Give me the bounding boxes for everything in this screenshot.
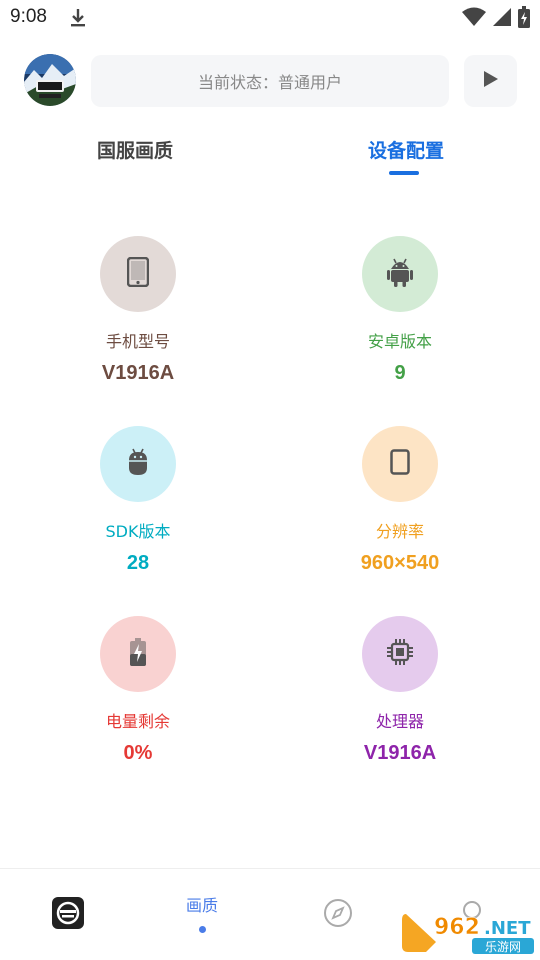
resolution-label: 分辨率 [375,522,424,541]
phone-model-label: 手机型号 [105,332,170,351]
resolution-card: 分辨率 960×540 [300,426,500,575]
battery-icon-circle [100,616,176,692]
android-icon [387,257,413,291]
android-version-value: 9 [394,362,406,384]
processor-value: V1916A [363,742,437,764]
app-logo-icon [51,896,85,934]
chip-icon-circle [362,616,438,692]
cell-signal-icon [492,7,512,31]
svg-text:962: 962 [434,915,480,940]
battery-status-icon [518,6,530,32]
processor-label: 处理器 [375,712,424,731]
phone-model-card: 手机型号 V1916A [38,236,238,385]
play-button[interactable] [464,55,517,107]
svg-text:.NET: .NET [484,918,531,939]
sdk-icon [127,448,149,480]
avatar[interactable] [24,54,76,106]
sdk-version-value: 28 [126,552,150,574]
battery-value: 0% [123,742,153,764]
wifi-icon [462,7,486,31]
battery-icon [130,638,146,670]
chip-icon [387,639,413,669]
status-time: 9:08 [10,6,47,27]
download-icon [70,8,86,32]
nav-quality-label: 画质 [185,895,218,915]
screen-icon-circle [362,426,438,502]
compass-icon [323,898,353,932]
phone-icon-circle [100,236,176,312]
phone-model-value: V1916A [101,362,175,384]
nav-active-dot [198,925,206,933]
battery-label: 电量剩余 [105,712,170,731]
sdk-version-card: SDK版本 28 [38,426,238,575]
battery-card: 电量剩余 0% [38,616,238,765]
nav-discover[interactable] [322,869,354,960]
android-version-card: 安卓版本 9 [300,236,500,385]
sdk-version-label: SDK版本 [105,522,171,541]
resolution-value: 960×540 [360,552,440,574]
processor-card: 处理器 V1916A [300,616,500,765]
android-icon-circle [362,236,438,312]
sdk-icon-circle [100,426,176,502]
user-status-field: 当前状态：普通用户 [91,55,449,107]
nav-home[interactable] [50,869,86,960]
tab-guofu-quality[interactable]: 国服画质 [97,136,173,163]
nav-quality[interactable]: 画质 [172,869,232,960]
site-watermark: 962 .NET 乐游网 [400,908,536,956]
play-icon [483,70,499,92]
phone-icon [126,256,150,291]
android-version-label: 安卓版本 [367,332,432,351]
active-tab-indicator [389,171,419,175]
svg-text:乐游网: 乐游网 [485,940,521,954]
tab-device-config[interactable]: 设备配置 [368,136,444,163]
screen-icon [390,449,410,479]
user-status-text: 当前状态：普通用户 [197,73,342,92]
status-bar: 9:08 [0,0,540,36]
